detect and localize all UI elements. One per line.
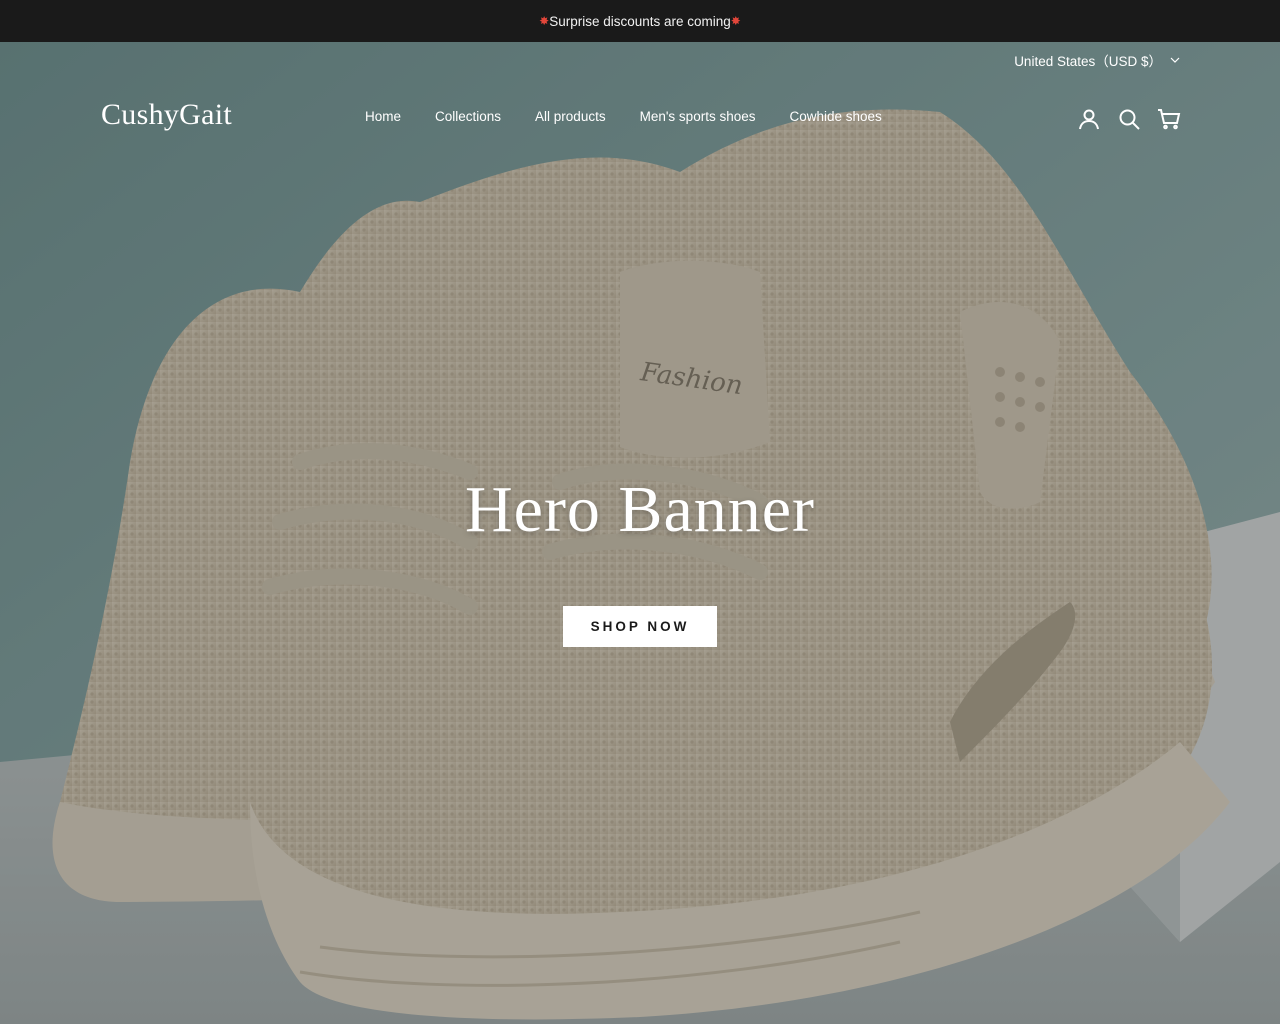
cart-icon[interactable] bbox=[1156, 106, 1182, 132]
announcement-text: Surprise discounts are coming bbox=[549, 13, 731, 29]
sparkle-icon: ✸ bbox=[730, 14, 741, 28]
site-header: United States（USD $） CushyGait Home Coll… bbox=[0, 42, 1280, 162]
currency-label: United States（USD $） bbox=[1014, 54, 1162, 69]
announcement-bar: ✸ Surprise discounts are coming ✸ bbox=[0, 0, 1280, 42]
sparkle-icon: ✸ bbox=[539, 14, 550, 28]
shop-now-button[interactable]: SHOP NOW bbox=[563, 606, 717, 647]
account-icon[interactable] bbox=[1076, 106, 1102, 132]
nav-all-products[interactable]: All products bbox=[518, 109, 623, 124]
hero-banner: Fashion United States（USD $） CushyGait H… bbox=[0, 42, 1280, 1024]
main-nav: Home Collections All products Men's spor… bbox=[348, 109, 899, 124]
nav-mens-sports-shoes[interactable]: Men's sports shoes bbox=[623, 109, 773, 124]
hero-title: Hero Banner bbox=[464, 473, 816, 546]
hero-content: Hero Banner SHOP NOW bbox=[0, 472, 1280, 647]
currency-selector[interactable]: United States（USD $） bbox=[1014, 50, 1180, 70]
nav-cowhide-shoes[interactable]: Cowhide shoes bbox=[772, 109, 898, 124]
nav-collections[interactable]: Collections bbox=[418, 109, 518, 124]
site-logo[interactable]: CushyGait bbox=[101, 98, 232, 132]
nav-home[interactable]: Home bbox=[348, 109, 418, 124]
search-icon[interactable] bbox=[1116, 106, 1142, 132]
chevron-down-icon bbox=[1170, 57, 1180, 63]
header-actions bbox=[1076, 106, 1182, 132]
